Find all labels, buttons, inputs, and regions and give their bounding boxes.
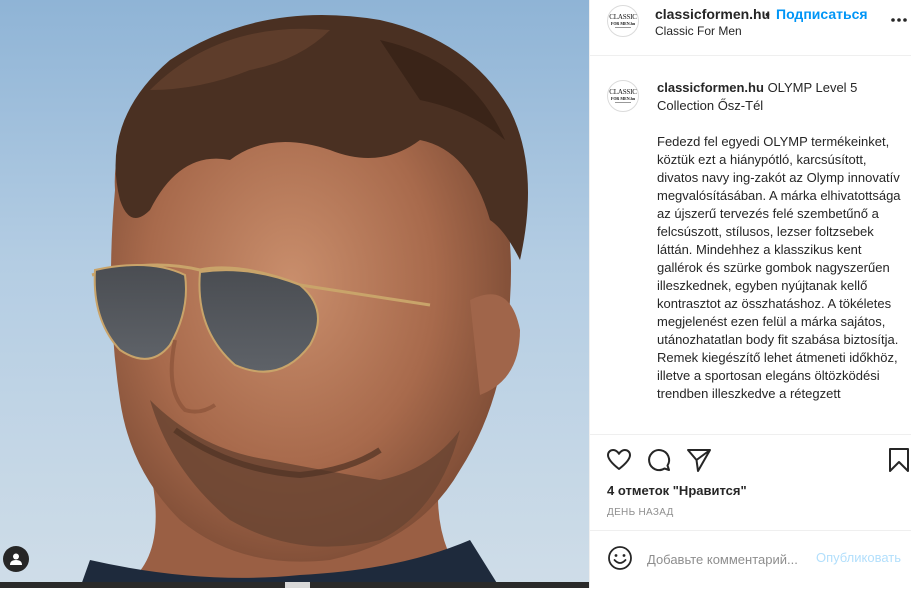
- author-avatar[interactable]: CLASSIC FOR MEN.hu: [607, 5, 639, 37]
- header-separator: •: [765, 6, 770, 22]
- avatar-logo-rule: [615, 102, 631, 103]
- likes-suffix: "Нравится": [669, 483, 747, 498]
- post-timestamp[interactable]: ДЕНЬ НАЗАД: [607, 507, 674, 518]
- caption-username[interactable]: classicformen.hu: [657, 80, 764, 95]
- post-details-panel: CLASSIC FOR MEN.hu classicformen.hu • По…: [589, 0, 911, 588]
- horizontal-scrollbar[interactable]: [0, 582, 589, 588]
- avatar-logo-line1: CLASSIC: [609, 88, 637, 96]
- bookmark-icon[interactable]: [886, 447, 911, 473]
- follow-button[interactable]: Подписаться: [776, 6, 868, 22]
- post-header: CLASSIC FOR MEN.hu classicformen.hu • По…: [590, 0, 911, 56]
- comment-icon[interactable]: [646, 447, 672, 473]
- avatar-logo-line1: CLASSIC: [609, 13, 637, 21]
- post-location[interactable]: Classic For Men: [655, 24, 742, 38]
- post-actions: 4 отметок "Нравится" ДЕНЬ НАЗАД Опублико…: [590, 434, 911, 589]
- avatar-logo-rule: [615, 27, 631, 28]
- avatar-logo-line2: FOR MEN.hu: [610, 96, 636, 101]
- comment-form: Опубликовать: [590, 530, 911, 590]
- caption-author-avatar[interactable]: CLASSIC FOR MEN.hu: [607, 80, 639, 112]
- likes-number[interactable]: 4 отметок: [607, 483, 669, 498]
- photo-illustration: [80, 15, 529, 588]
- paper-plane-icon[interactable]: [686, 447, 712, 473]
- comment-input[interactable]: [647, 550, 807, 568]
- avatar-logo-line2: FOR MEN.hu: [610, 21, 636, 26]
- user-tag-icon[interactable]: [3, 546, 29, 572]
- post-photo[interactable]: [0, 0, 589, 588]
- caption-body: Fedezd fel egyedi OLYMP termékeinket, kö…: [657, 134, 901, 401]
- caption-text: classicformen.hu OLYMP Level 5 Collectio…: [657, 79, 903, 403]
- more-horizontal-icon[interactable]: [889, 10, 909, 30]
- publish-button[interactable]: Опубликовать: [816, 550, 901, 565]
- author-username[interactable]: classicformen.hu: [655, 6, 770, 22]
- caption-section[interactable]: CLASSIC FOR MEN.hu classicformen.hu OLYM…: [590, 57, 911, 434]
- scrollbar-thumb[interactable]: [285, 582, 310, 588]
- likes-count[interactable]: 4 отметок "Нравится": [607, 483, 747, 498]
- heart-icon[interactable]: [606, 447, 632, 473]
- smiley-icon[interactable]: [607, 545, 633, 571]
